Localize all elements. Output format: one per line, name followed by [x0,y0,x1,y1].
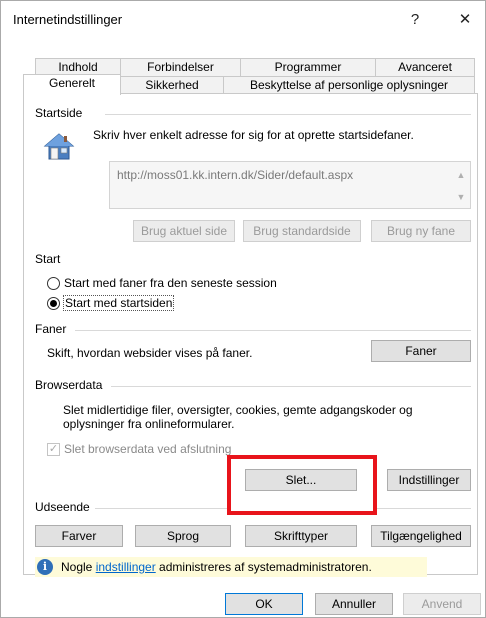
radio-last-session-label: Start med faner fra den seneste session [64,276,277,290]
faner-section-label: Faner [35,322,67,336]
scroll-down-icon[interactable]: ▼ [455,192,467,202]
admin-info-prefix: Nogle [61,560,96,574]
accessibility-button[interactable]: Tilgængelighed [371,525,471,547]
radio-startpage-label: Start med startsiden [63,295,175,311]
annotation-highlight-box [227,455,377,515]
faner-divider [75,330,471,331]
udseende-divider-left [95,508,227,509]
tab-avanceret[interactable]: Avanceret [375,58,475,77]
browsing-data-settings-button[interactable]: Indstillinger [387,469,471,491]
scroll-up-icon[interactable]: ▲ [455,170,467,180]
admin-info-text: Nogle indstillinger administreres af sys… [61,560,372,574]
admin-info-suffix: administreres af systemadministratoren. [155,560,372,574]
browserdata-section-label: Browserdata [35,378,103,392]
browserdata-description-line1: Slet midlertidige filer, oversigter, coo… [63,403,413,417]
close-button[interactable]: ✕ [451,9,479,31]
use-default-page-button[interactable]: Brug standardside [243,220,361,242]
radio-last-session[interactable] [47,277,60,290]
udseende-section-label: Udseende [35,500,90,514]
startside-url-textarea[interactable]: http://moss01.kk.intern.dk/Sider/default… [109,161,471,209]
tab-generelt[interactable]: Generelt [23,74,121,95]
help-button[interactable]: ? [401,9,429,31]
home-icon [43,131,75,163]
use-current-page-button[interactable]: Brug aktuel side [133,220,235,242]
tabs-settings-button[interactable]: Faner [371,340,471,362]
internet-options-dialog: Internetindstillinger ? ✕ Indhold Forbin… [0,0,486,618]
tab-forbindelser[interactable]: Forbindelser [120,58,241,77]
browserdata-description-line2: oplysninger fra onlineformularer. [63,417,235,431]
ok-button[interactable]: OK [225,593,303,615]
faner-description: Skift, hvordan websider vises på faner. [47,346,253,360]
cancel-button[interactable]: Annuller [315,593,393,615]
admin-settings-link[interactable]: indstillinger [96,560,156,574]
startside-url: http://moss01.kk.intern.dk/Sider/default… [117,168,354,182]
window-title: Internetindstillinger [13,12,123,27]
info-icon: i [37,559,53,575]
startside-section-label: Startside [35,106,83,120]
browserdata-divider [111,386,471,387]
start-section-label: Start [35,252,61,266]
languages-button[interactable]: Sprog [135,525,231,547]
fonts-button[interactable]: Skrifttyper [245,525,357,547]
startside-instruction: Skriv hver enkelt adresse for sig for at… [93,128,414,142]
startside-divider [105,114,471,115]
tab-programmer[interactable]: Programmer [240,58,376,77]
title-bar: Internetindstillinger ? ✕ [1,1,485,39]
apply-button[interactable]: Anvend [403,593,481,615]
use-new-tab-button[interactable]: Brug ny fane [371,220,471,242]
colors-button[interactable]: Farver [35,525,123,547]
delete-on-exit-label: Slet browserdata ved afslutning [64,442,232,456]
delete-on-exit-checkbox[interactable]: ✓ [47,443,60,456]
udseende-divider-right [377,508,471,509]
radio-startpage[interactable] [47,297,60,310]
